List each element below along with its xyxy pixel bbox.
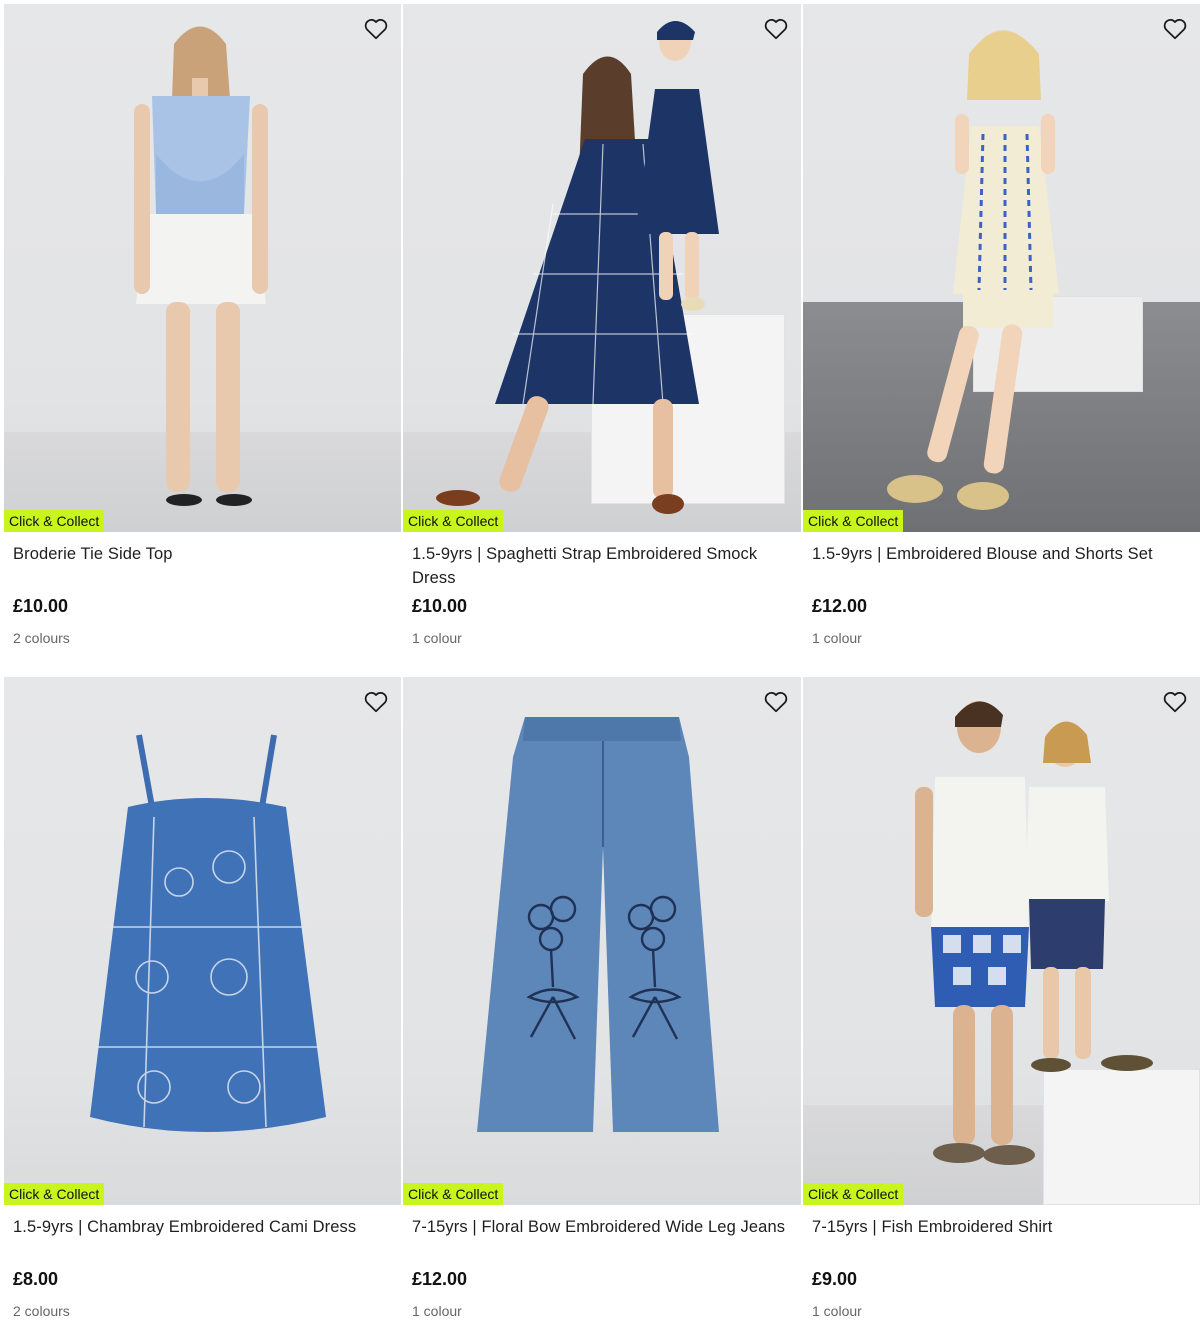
product-image[interactable]: Click & Collect: [4, 677, 401, 1205]
product-title[interactable]: 7-15yrs | Floral Bow Embroidered Wide Le…: [412, 1215, 792, 1263]
product-card[interactable]: Click & Collect 1.5-9yrs | Chambray Embr…: [4, 677, 401, 1319]
product-title[interactable]: Broderie Tie Side Top: [13, 542, 392, 590]
product-price: £10.00: [412, 596, 468, 616]
product-image[interactable]: Click & Collect: [4, 4, 401, 532]
product-card[interactable]: Click & Collect Broderie Tie Side Top £1…: [4, 4, 401, 677]
product-price: £12.00: [812, 596, 868, 616]
product-image[interactable]: Click & Collect: [803, 4, 1200, 532]
wishlist-heart-icon[interactable]: [1162, 16, 1188, 42]
wishlist-heart-icon[interactable]: [763, 689, 789, 715]
product-price: £10.00: [13, 596, 69, 616]
click-collect-badge: Click & Collect: [803, 1183, 904, 1205]
product-price: £12.00: [412, 1269, 468, 1289]
colour-count: 1 colour: [412, 630, 462, 646]
click-collect-badge: Click & Collect: [4, 1183, 105, 1205]
product-price: £9.00: [812, 1269, 858, 1289]
product-card[interactable]: Click & Collect 1.5-9yrs | Spaghetti Str…: [403, 4, 801, 677]
product-price: £8.00: [13, 1269, 59, 1289]
wishlist-heart-icon[interactable]: [363, 689, 389, 715]
product-card[interactable]: Click & Collect 7-15yrs | Fish Embroider…: [803, 677, 1200, 1319]
colour-count: 1 colour: [412, 1303, 462, 1319]
product-title[interactable]: 1.5-9yrs | Chambray Embroidered Cami Dre…: [13, 1215, 392, 1263]
colour-count: 2 colours: [13, 1303, 70, 1319]
product-card[interactable]: Click & Collect 1.5-9yrs | Embroidered B…: [803, 4, 1200, 677]
product-grid: Click & Collect Broderie Tie Side Top £1…: [4, 4, 1200, 1319]
colour-count: 2 colours: [13, 630, 70, 646]
product-image[interactable]: Click & Collect: [403, 677, 801, 1205]
product-image[interactable]: Click & Collect: [803, 677, 1200, 1205]
colour-count: 1 colour: [812, 1303, 862, 1319]
wishlist-heart-icon[interactable]: [363, 16, 389, 42]
product-title[interactable]: 1.5-9yrs | Spaghetti Strap Embroidered S…: [412, 542, 792, 590]
wishlist-heart-icon[interactable]: [1162, 689, 1188, 715]
product-card[interactable]: Click & Collect 7-15yrs | Floral Bow Emb…: [403, 677, 801, 1319]
click-collect-badge: Click & Collect: [803, 510, 904, 532]
wishlist-heart-icon[interactable]: [763, 16, 789, 42]
click-collect-badge: Click & Collect: [403, 1183, 504, 1205]
click-collect-badge: Click & Collect: [403, 510, 504, 532]
colour-count: 1 colour: [812, 630, 862, 646]
product-image[interactable]: Click & Collect: [403, 4, 801, 532]
product-title[interactable]: 7-15yrs | Fish Embroidered Shirt: [812, 1215, 1191, 1263]
click-collect-badge: Click & Collect: [4, 510, 105, 532]
product-title[interactable]: 1.5-9yrs | Embroidered Blouse and Shorts…: [812, 542, 1191, 590]
